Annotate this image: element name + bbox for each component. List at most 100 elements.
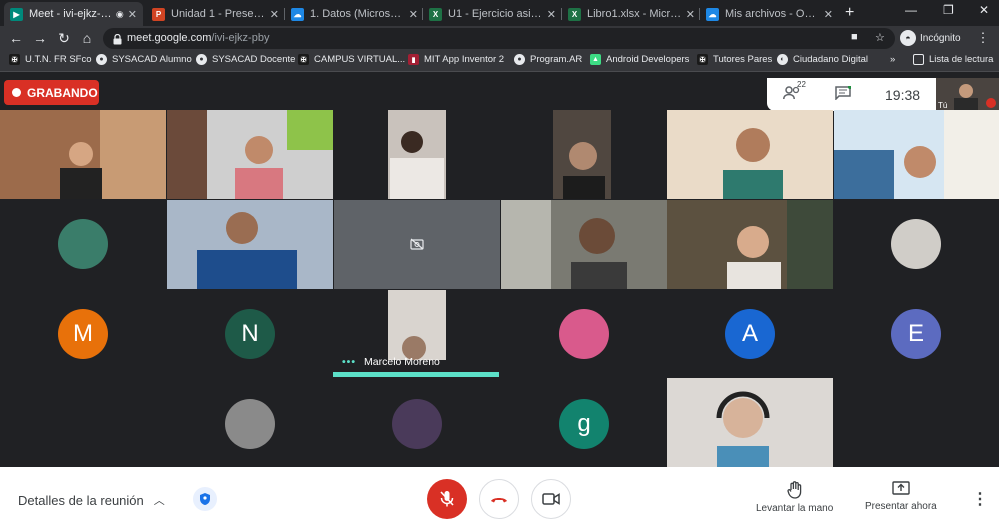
window-close-button[interactable]: ✕ <box>979 3 989 17</box>
close-icon[interactable]: ✕ <box>128 8 137 21</box>
participant-video-tile[interactable] <box>501 200 667 289</box>
lock-icon[interactable] <box>113 32 122 50</box>
minimize-button[interactable]: — <box>905 3 917 17</box>
close-icon[interactable]: ✕ <box>686 8 695 21</box>
tab-presentation[interactable]: P Unidad 1 - Presentación ✕ <box>146 2 285 26</box>
utn-icon: ✠ <box>697 54 708 65</box>
camera-icon[interactable]: ■ <box>851 31 858 43</box>
close-icon[interactable]: ✕ <box>270 8 279 21</box>
meeting-info-panel: 22 19:38 <box>767 78 936 111</box>
raise-hand-button[interactable]: Levantar la mano <box>756 481 833 514</box>
participant-avatar-tile[interactable]: E <box>834 290 999 379</box>
participant-video-tile[interactable] <box>667 110 833 199</box>
meeting-controls-bar: Detalles de la reunión ︿ Levantar la man… <box>0 467 999 531</box>
reading-list-button[interactable]: Lista de lectura <box>913 54 993 65</box>
tab-datos[interactable]: ☁ 1. Datos (Microsoft Exce ✕ <box>285 2 424 26</box>
self-label: Tú <box>938 101 948 110</box>
bookmark-campus-virtual[interactable]: ✠ CAMPUS VIRTUAL... <box>298 54 405 65</box>
bookmark-program-ar[interactable]: ● Program.AR <box>514 54 582 65</box>
participant-avatar-tile[interactable]: A <box>667 290 833 379</box>
mic-toggle-button[interactable] <box>427 479 467 519</box>
close-icon[interactable]: ✕ <box>547 8 556 21</box>
participant-video-tile[interactable] <box>667 378 833 467</box>
new-tab-button[interactable]: + <box>845 4 854 22</box>
meet-stage: GRABANDO 22 19:38 Tú M N A E ••• Marcelo… <box>0 72 999 467</box>
participant-video-tile[interactable] <box>167 110 333 199</box>
participant-video-tile[interactable] <box>834 110 999 199</box>
bookmark-sysacad-alumno[interactable]: ● SYSACAD Alumno <box>96 54 192 65</box>
participant-avatar-tile[interactable] <box>334 380 500 467</box>
participant-avatar-tile[interactable] <box>501 290 667 379</box>
participant-avatar-tile[interactable] <box>167 380 333 467</box>
tab-label: Meet - ivi-ejkz-pby <box>29 8 112 20</box>
speaking-indicator <box>333 372 499 377</box>
self-preview-tile[interactable]: Tú <box>936 78 999 111</box>
back-button[interactable]: ← <box>8 30 24 46</box>
home-button[interactable]: ⌂ <box>79 30 95 46</box>
participant-avatar-tile[interactable]: g <box>501 380 667 467</box>
camera-toggle-button[interactable] <box>531 479 571 519</box>
participant-video-tile[interactable] <box>501 110 667 199</box>
person-video-icon <box>388 110 446 199</box>
close-icon[interactable]: ✕ <box>409 8 418 21</box>
incognito-icon: ◓ <box>900 30 916 46</box>
participant-avatar-tile[interactable] <box>834 200 999 289</box>
more-options-icon[interactable]: ⋮ <box>972 489 988 509</box>
bookmark-tutores-pares[interactable]: ✠ Tutores Pares <box>697 54 772 65</box>
recording-badge[interactable]: GRABANDO <box>4 80 99 105</box>
maximize-button[interactable]: ❐ <box>943 3 954 17</box>
mit-icon: ▮ <box>408 54 419 65</box>
browser-toolbar: ← → ↻ ⌂ meet.google.com/ivi-ejkz-pby ■ ☆… <box>0 26 999 51</box>
bookmark-sysacad-docente[interactable]: ● SYSACAD Docente <box>196 54 295 65</box>
meeting-details-button[interactable]: Detalles de la reunión ︿ <box>18 492 165 508</box>
present-now-button[interactable]: Presentar ahora <box>865 481 937 512</box>
recording-dot-icon: ◉ <box>115 8 124 19</box>
recording-label: GRABANDO <box>27 85 98 100</box>
participant-avatar-tile[interactable]: M <box>0 290 166 379</box>
leave-call-button[interactable] <box>479 479 519 519</box>
reading-list-icon <box>913 54 924 65</box>
tab-ejercicio[interactable]: X U1 - Ejercicio asincróni ✕ <box>423 2 562 26</box>
participant-avatar-tile[interactable] <box>0 200 166 289</box>
participant-camera-off-tile[interactable] <box>334 200 500 289</box>
browser-menu-icon[interactable]: ⋮ <box>975 30 991 46</box>
raise-hand-label: Levantar la mano <box>756 503 834 514</box>
participant-video-tile[interactable] <box>334 110 500 199</box>
reload-button[interactable]: ↻ <box>56 30 72 47</box>
audio-level-icon: ••• <box>342 356 357 368</box>
people-button[interactable]: 22 <box>783 80 806 103</box>
tab-meet[interactable]: ▶ Meet - ivi-ejkz-pby ◉ ✕ <box>4 2 143 26</box>
tab-strip: ▶ Meet - ivi-ejkz-pby ◉ ✕ P Unidad 1 - P… <box>0 0 999 26</box>
address-bar[interactable]: meet.google.com/ivi-ejkz-pby ■ ☆ <box>103 28 895 49</box>
tab-onedrive[interactable]: ☁ Mis archivos - OneDrive ✕ <box>700 2 839 26</box>
star-icon[interactable]: ☆ <box>875 31 885 44</box>
profile-photo-icon <box>392 399 442 449</box>
excel-icon: X <box>429 7 442 21</box>
bookmark-ciudadano-digital[interactable]: ◐ Ciudadano Digital <box>777 54 868 65</box>
globe-icon: ● <box>196 54 207 65</box>
chat-button[interactable] <box>835 85 852 103</box>
tab-libro1[interactable]: X Libro1.xlsx - Microsoft E ✕ <box>562 2 701 26</box>
bookmark-android-developers[interactable]: ▲ Android Developers <box>590 54 689 65</box>
bookmark-utn[interactable]: ✠ U.T.N. FR SFco <box>9 54 92 65</box>
bookmark-label: SYSACAD Docente <box>212 54 296 65</box>
participant-video-tile[interactable] <box>167 200 333 289</box>
bookmark-label: Android Developers <box>606 54 690 65</box>
participant-video-tile[interactable] <box>0 110 166 199</box>
close-icon[interactable]: ✕ <box>824 8 833 21</box>
bookmark-mit-app-inventor[interactable]: ▮ MIT App Inventor 2 <box>408 54 504 65</box>
host-controls-button[interactable] <box>193 487 217 511</box>
profile-photo-icon <box>225 399 275 449</box>
participant-video-tile[interactable] <box>667 200 833 289</box>
incognito-indicator[interactable]: ◓ Incógnito <box>900 30 961 46</box>
meet-icon: ▶ <box>10 7 23 21</box>
person-video-icon <box>0 110 166 199</box>
participant-avatar-tile[interactable]: N <box>167 290 333 379</box>
person-video-icon <box>667 110 833 199</box>
chevron-up-icon: ︿ <box>153 495 165 507</box>
video-camera-icon <box>542 493 560 505</box>
bookmarks-overflow-button[interactable]: » <box>890 54 895 65</box>
meeting-clock: 19:38 <box>885 86 921 103</box>
forward-button[interactable]: → <box>32 30 48 46</box>
avatar-initial-a: A <box>725 309 775 359</box>
